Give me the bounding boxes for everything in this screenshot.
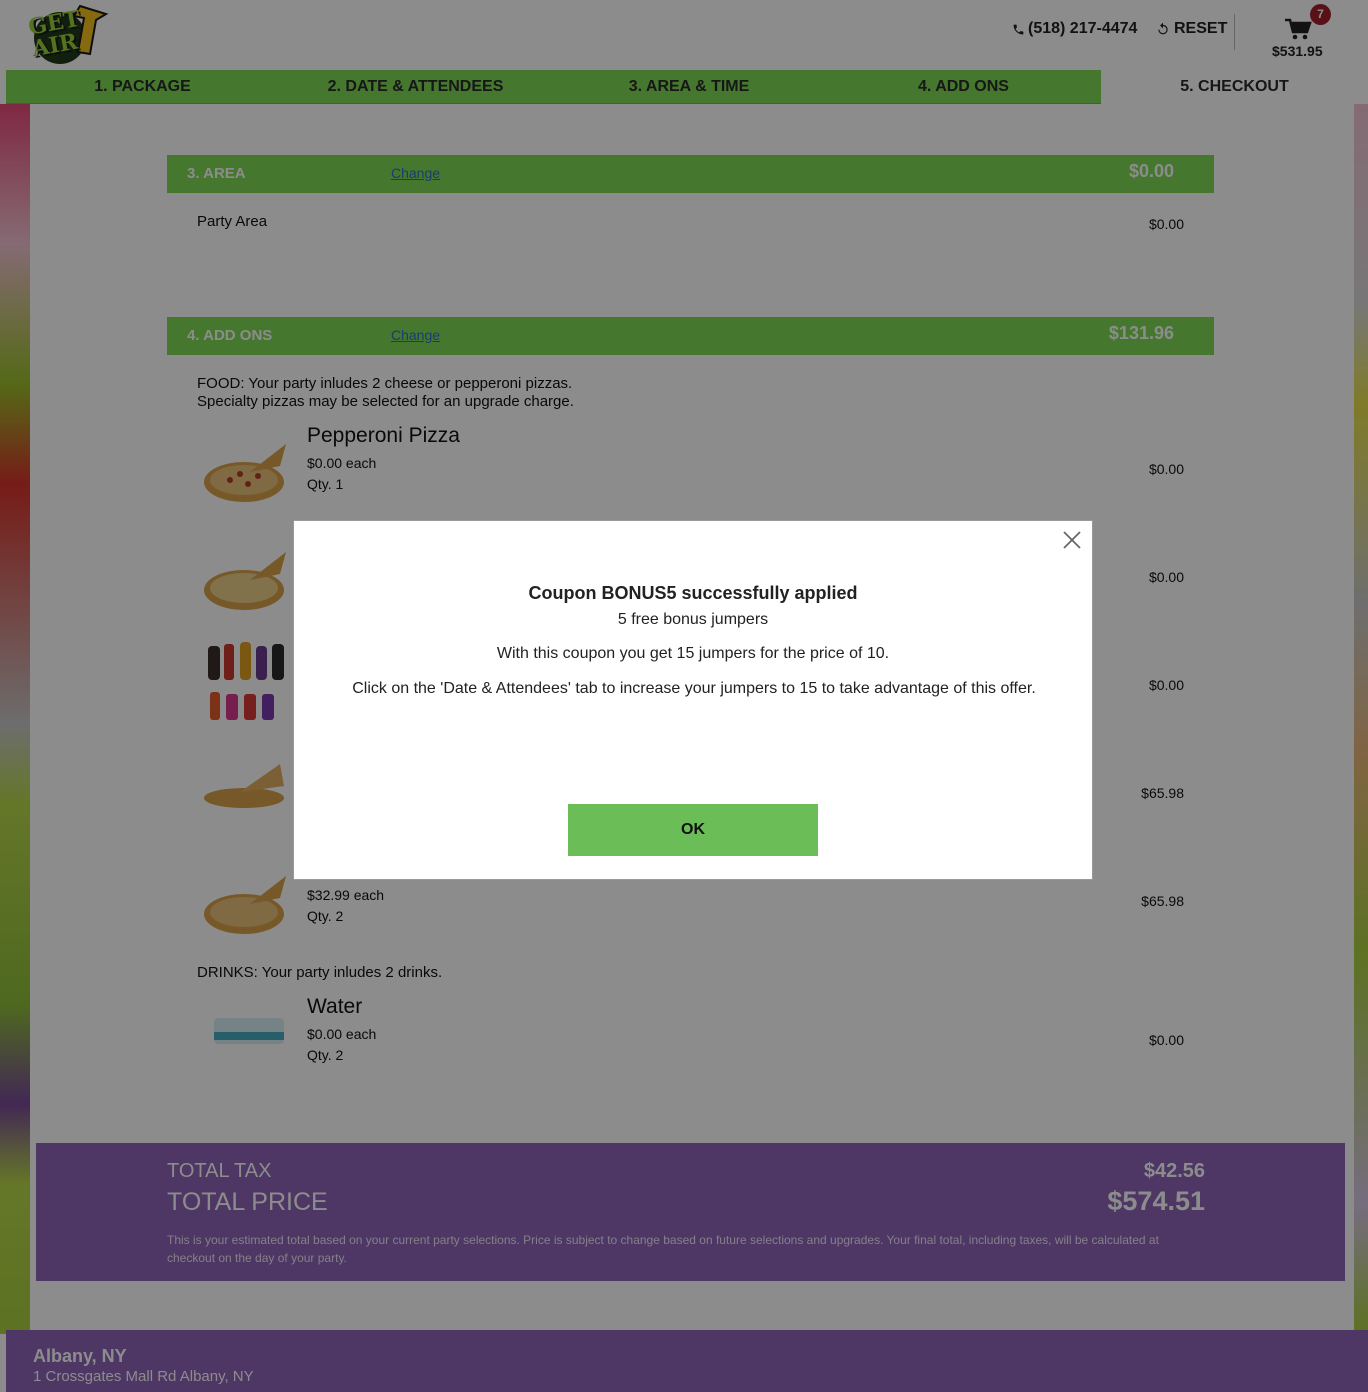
- modal-message-2: Click on the 'Date & Attendees' tab to i…: [352, 680, 1036, 697]
- modal-title: Coupon BONUS5 successfully applied: [528, 583, 858, 603]
- coupon-modal: Coupon BONUS5 successfully applied 5 fre…: [293, 520, 1093, 880]
- ok-button[interactable]: OK: [568, 804, 818, 856]
- modal-subtitle: 5 free bonus jumpers: [617, 611, 769, 628]
- close-icon[interactable]: [1061, 529, 1083, 551]
- modal-message-1: With this coupon you get 15 jumpers for …: [496, 645, 890, 662]
